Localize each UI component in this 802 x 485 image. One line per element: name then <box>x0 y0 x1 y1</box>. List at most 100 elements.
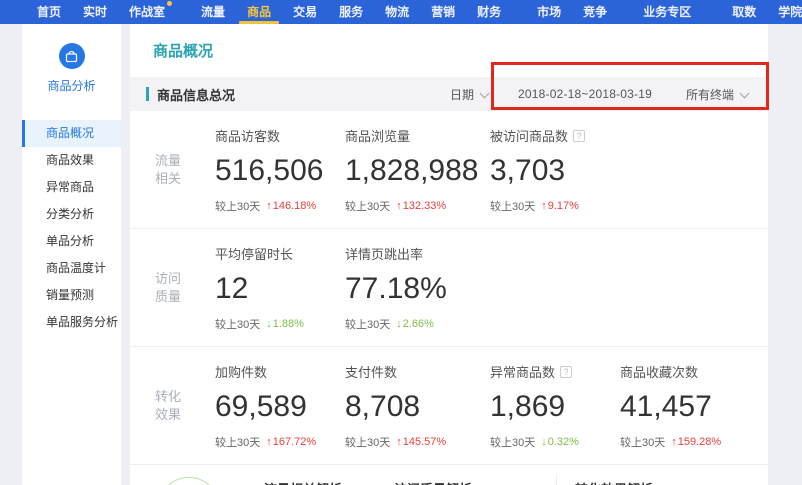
chevron-down-icon <box>480 88 490 98</box>
metric-product-favorites: 商品收藏次数 41,457 较上30天 159.28% <box>620 362 768 450</box>
page-title: 商品概况 <box>153 40 213 61</box>
insight-title: 转化效果解析 <box>575 479 734 485</box>
group-label-visit-quality: 访问质量 <box>130 270 181 306</box>
metric-value: 516,506 <box>215 154 345 188</box>
date-type-label: 日期 <box>450 88 474 102</box>
metric-label: 详情页跳出率 <box>345 244 423 263</box>
delta-value: 9.17% <box>541 200 579 212</box>
metric-label: 商品浏览量 <box>345 126 410 145</box>
insight-title: 访问质量解析 <box>394 479 538 485</box>
group-label-traffic: 流量相关 <box>130 152 181 188</box>
date-type-dropdown[interactable]: 日期 <box>450 86 488 103</box>
sidebar-item-abnormal-products[interactable]: 异常商品 <box>22 174 121 201</box>
delta-value: 146.18% <box>266 200 316 212</box>
metric-paid-items: 支付件数 8,708 较上30天145.57% <box>345 362 490 450</box>
nav-item-competition[interactable]: 竞争 <box>572 0 618 24</box>
metric-value: 41,457 <box>620 390 768 424</box>
compare-label: 较上30天 <box>215 316 260 332</box>
filter-controls: 日期 2018-02-18~2018-03-19 所有终端 <box>450 86 748 103</box>
insight-conversion: 转化效果解析 加购转化率表现还不错，但支付转化率低于同行平均，赶快到异常商品并结… <box>556 475 752 485</box>
page-header: 商品概况 <box>130 24 768 77</box>
terminal-dropdown[interactable]: 所有终端 <box>686 86 748 103</box>
delta-value: 145.57% <box>396 436 446 448</box>
metric-abnormal-products: 异常商品数? 1,869 较上30天 0.32% <box>490 362 620 450</box>
compare-label: 较上30天 <box>215 434 260 450</box>
nav-item-service[interactable]: 服务 <box>328 0 374 24</box>
chevron-down-icon <box>740 88 750 98</box>
help-icon[interactable]: ? <box>573 130 585 142</box>
nav-item-home[interactable]: 首页 <box>26 0 72 24</box>
delta-value: 1.88% <box>266 318 304 330</box>
delta-value: 0.32% <box>541 436 579 448</box>
top-nav: 首页 实时 作战室 流量 商品 交易 服务 物流 营销 财务 市场 竞争 业务专… <box>0 0 802 24</box>
compare-label: 较上30天 <box>345 198 390 214</box>
metric-avg-stay-duration: 平均停留时长 12 较上30天 1.88% <box>215 244 345 332</box>
nav-item-academy[interactable]: 学院 <box>767 0 802 24</box>
metric-label: 商品收藏次数 <box>620 362 698 381</box>
metric-value: 8,708 <box>345 390 490 424</box>
seven-day-badge: 7天 数据解读 <box>158 477 220 485</box>
terminal-label: 所有终端 <box>686 88 734 102</box>
metric-label: 被访问商品数 <box>490 126 568 145</box>
notification-dot <box>167 1 172 6</box>
nav-item-traffic[interactable]: 流量 <box>190 0 236 24</box>
metric-detail-bounce-rate: 详情页跳出率 77.18% 较上30天 2.66% <box>345 244 490 332</box>
nav-item-logistics[interactable]: 物流 <box>374 0 420 24</box>
metric-add-to-cart: 加购件数 69,589 较上30天167.72% <box>215 362 345 450</box>
nav-item-product[interactable]: 商品 <box>236 0 282 24</box>
metric-label: 商品访客数 <box>215 126 280 145</box>
sidebar-item-sales-forecast[interactable]: 销量预测 <box>22 282 121 309</box>
compare-label: 较上30天 <box>215 198 260 214</box>
metric-value: 12 <box>215 272 345 306</box>
nav-item-marketing[interactable]: 营销 <box>420 0 466 24</box>
sidebar: 商品分析 商品概况 商品效果 异常商品 分类分析 单品分析 商品温度计 销量预测… <box>22 24 121 485</box>
sidebar-item-product-overview[interactable]: 商品概况 <box>22 120 121 147</box>
data-interpretation-badge-wrap: 7天 数据解读 <box>130 475 248 485</box>
sidebar-item-category-analysis[interactable]: 分类分析 <box>22 201 121 228</box>
insight-visit-quality: 访问质量解析 虽然商品详情页日均跳出率比同行平均好，但平均停留时间低于同行平均，… <box>376 475 556 485</box>
metrics-panel: 流量相关 商品访客数 516,506 较上30天 146.18% 商品浏览量 1,… <box>130 111 768 465</box>
delta-value: 132.33% <box>396 200 446 212</box>
insights-panel: 7天 数据解读 流量相关解析 访问质量解析 虽然商品详情页日均跳出率比同行平均好… <box>130 465 768 485</box>
sidebar-item-single-product-analysis[interactable]: 单品分析 <box>22 228 121 255</box>
nav-item-market[interactable]: 市场 <box>526 0 572 24</box>
metric-value: 1,828,988 <box>345 154 490 188</box>
sidebar-menu: 商品概况 商品效果 异常商品 分类分析 单品分析 商品温度计 销量预测 单品服务… <box>22 120 121 336</box>
sidebar-item-product-effect[interactable]: 商品效果 <box>22 147 121 174</box>
app: 首页 实时 作战室 流量 商品 交易 服务 物流 营销 财务 市场 竞争 业务专… <box>0 0 802 485</box>
nav-item-realtime[interactable]: 实时 <box>72 0 118 24</box>
metric-product-visitors: 商品访客数 516,506 较上30天 146.18% <box>215 126 345 214</box>
metric-value: 1,869 <box>490 390 620 424</box>
date-range-picker[interactable]: 2018-02-18~2018-03-19 <box>518 87 652 101</box>
nav-item-business-zone[interactable]: 业务专区 <box>632 0 702 24</box>
compare-label: 较上30天 <box>620 434 665 450</box>
delta-value: 2.66% <box>396 318 434 330</box>
delta-value: 159.28% <box>671 436 721 448</box>
metric-label: 平均停留时长 <box>215 244 293 263</box>
nav-item-trade[interactable]: 交易 <box>282 0 328 24</box>
compare-label: 较上30天 <box>490 434 535 450</box>
section-header: 商品信息总况 日期 2018-02-18~2018-03-19 所有终端 <box>130 77 768 111</box>
insight-traffic: 流量相关解析 <box>248 475 376 485</box>
metric-visited-products: 被访问商品数? 3,703 较上30天9.17% <box>490 126 620 214</box>
main-content: 商品概况 商品信息总况 日期 2018-02-18~2018-03-19 所有终… <box>130 24 768 485</box>
nav-item-finance[interactable]: 财务 <box>466 0 512 24</box>
nav-item-data-extract[interactable]: 取数 <box>721 0 767 24</box>
sidebar-group-label: 商品分析 <box>22 77 121 94</box>
metrics-row-visit-quality: 访问质量 平均停留时长 12 较上30天 1.88% 详情页跳出率 77.18% … <box>130 229 768 347</box>
metric-product-pageviews: 商品浏览量 1,828,988 较上30天 132.33% <box>345 126 490 214</box>
section-title: 商品信息总况 <box>157 85 235 104</box>
metric-value: 77.18% <box>345 272 490 306</box>
compare-label: 较上30天 <box>490 198 535 214</box>
insight-title: 流量相关解析 <box>264 479 358 485</box>
metric-label: 异常商品数 <box>490 362 555 381</box>
sidebar-item-product-thermometer[interactable]: 商品温度计 <box>22 255 121 282</box>
nav-item-war-room[interactable]: 作战室 <box>118 0 176 24</box>
help-icon[interactable]: ? <box>560 366 572 378</box>
metrics-row-conversion: 转化效果 加购件数 69,589 较上30天167.72% 支付件数 8,708… <box>130 347 768 465</box>
metrics-row-traffic: 流量相关 商品访客数 516,506 较上30天 146.18% 商品浏览量 1,… <box>130 111 768 229</box>
compare-label: 较上30天 <box>345 316 390 332</box>
shopping-bag-icon <box>59 43 85 69</box>
sidebar-item-single-product-service[interactable]: 单品服务分析 <box>22 309 121 336</box>
sidebar-group-product-analysis[interactable]: 商品分析 <box>22 24 121 94</box>
